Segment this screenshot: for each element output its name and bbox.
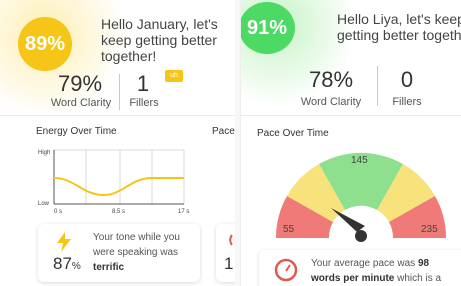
tone-card[interactable]: 87% Your tone while you were speaking wa… [38,224,200,282]
left-summary-panel: 89% Hello January, let's keep getting be… [0,0,235,286]
pace-card[interactable]: Your average pace was 98 words per minut… [259,250,461,286]
tone-text-bold: terrific [93,262,125,273]
gauge-label-high: 235 [421,224,438,235]
gauge-label-mid: 145 [351,155,368,166]
x-tick-label: 0 s [54,209,62,215]
pace-title-partial: Pace [212,126,235,137]
peek-digit: 1 [224,254,234,273]
fillers-value: 0 [400,67,414,92]
y-label-high: High [38,150,50,156]
word-clarity-value: 79% [57,71,103,96]
fillers-label: Fillers [392,96,422,108]
tone-percent-sign: % [71,261,81,272]
greeting: Hello January, let's keep getting better… [101,16,231,64]
score-circle: 91% [241,2,295,54]
energy-chart: High Low 0 s 8.5 s 17 s [38,149,189,215]
section-divider [241,115,461,116]
tone-text-main: Your tone while you were speaking was [93,232,180,258]
energy-chart-title: Energy Over Time [36,126,117,137]
lightning-shape [57,232,71,252]
pace-text-1: Your average pace was [311,258,416,269]
filler-word-badge[interactable]: uh [165,70,183,82]
fillers-label: Fillers [129,97,159,109]
peek-card[interactable]: 1 [216,224,235,282]
greeting-line: Hello Liya, let's keep [337,11,461,27]
tone-text: Your tone while you were speaking was te… [93,230,193,275]
x-tick-label: 17 s [178,209,189,215]
x-tick-label: 8.5 s [112,209,125,215]
greeting-line: Hello January, let's [101,16,218,32]
metric-divider [377,66,378,106]
gauge-needle-hub [355,230,367,242]
score-value: 91% [246,16,288,39]
greeting-line: keep getting better [101,32,217,48]
fillers-value: 1 [136,71,150,96]
tone-percent-value: 87 [53,254,72,273]
speedometer-icon-partial [229,234,233,246]
speedometer-needle [285,264,291,272]
pace-text-3: which is a [397,273,442,284]
greeting-line: getting better together [337,27,461,43]
right-summary-panel: 91% Hello Liya, let's keep getting bette… [240,0,461,286]
metric-divider [119,74,120,110]
greeting-line: together! [101,48,157,64]
section-divider [0,115,235,116]
word-clarity-label: Word Clarity [300,96,362,108]
pace-value: 98 [417,258,430,269]
pace-text-2: words per minute [311,273,395,284]
lightning-icon [57,232,71,252]
peek-gauge-arc [229,234,233,246]
energy-line [53,177,184,197]
pace-text: Your average pace was 98 words per minut… [311,256,461,286]
greeting: Hello Liya, let's keep getting better to… [337,11,461,43]
word-clarity-label: Word Clarity [50,97,112,109]
tone-percent: 87% [53,254,81,274]
gauge-label-low: 55 [283,224,295,235]
score-circle: 89% [18,17,72,71]
pace-chart-title: Pace Over Time [257,128,329,139]
score-value: 89% [24,32,66,55]
gauge-needle [331,208,365,232]
pace-gauge: 55 145 235 [275,152,447,242]
word-clarity-value: 78% [308,67,354,92]
speedometer-icon [274,258,298,282]
y-label-low: Low [38,201,50,207]
